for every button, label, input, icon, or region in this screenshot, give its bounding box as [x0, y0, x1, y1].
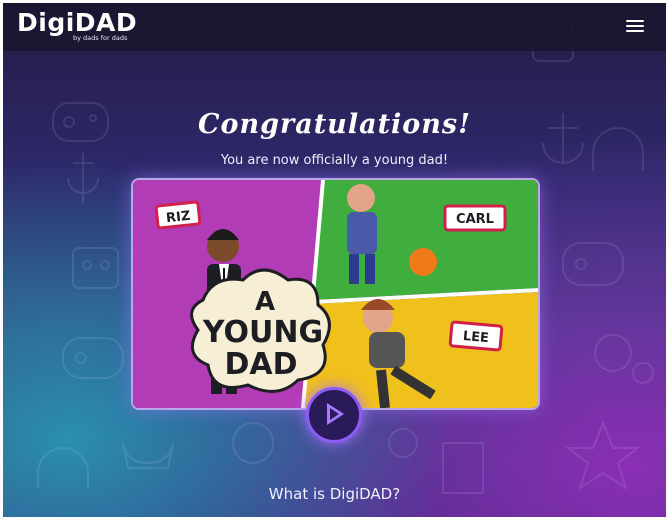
app-frame: DigiDAD by dads for dads Congratulations…: [3, 3, 666, 517]
name-tag-carl: CARL: [443, 204, 507, 232]
name-tag-lee-label: LEE: [462, 329, 489, 346]
video-thumbnail[interactable]: A YOUNG DAD RIZ CARL LEE: [131, 178, 540, 410]
logo-text: DigiDAD: [17, 8, 138, 37]
cloud-title-line1: A: [255, 287, 275, 317]
play-icon: [327, 403, 344, 425]
cloud-title-line3: DAD: [224, 347, 297, 382]
page-title: Congratulations!: [197, 109, 471, 140]
panel-green: [313, 180, 538, 300]
name-tag-riz-label: RIZ: [165, 209, 191, 226]
hamburger-menu-icon[interactable]: [626, 20, 644, 34]
cloud-title-line2: YOUNG: [202, 315, 323, 350]
digidad-logo[interactable]: DigiDAD by dads for dads: [17, 9, 137, 47]
top-navigation-bar: DigiDAD by dads for dads: [3, 3, 666, 51]
what-is-digidad-link[interactable]: What is DigiDAD?: [3, 485, 666, 503]
page-subtitle: You are now officially a young dad!: [220, 153, 449, 168]
comic-illustration: A YOUNG DAD RIZ CARL LEE: [133, 180, 538, 408]
play-button[interactable]: [306, 387, 362, 443]
name-tag-riz: RIZ: [154, 200, 202, 230]
name-tag-lee: LEE: [448, 320, 504, 352]
logo-tagline: by dads for dads: [73, 34, 128, 42]
name-tag-carl-label: CARL: [456, 212, 494, 227]
